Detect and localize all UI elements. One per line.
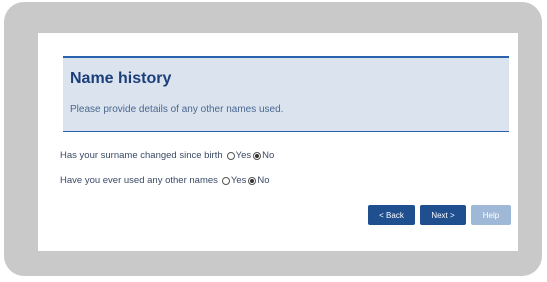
next-button[interactable]: Next > — [420, 205, 466, 225]
radio-button[interactable] — [253, 151, 262, 160]
question-label: Has your surname changed since birth — [60, 150, 223, 161]
header-panel: Name history Please provide details of a… — [63, 56, 509, 132]
outer-frame: Name history Please provide details of a… — [4, 2, 542, 276]
radio-label: No — [257, 175, 270, 186]
back-button[interactable]: < Back — [368, 205, 415, 225]
question-other-names: Have you ever used any other names Yes N… — [60, 175, 272, 186]
radio-label: Yes — [235, 150, 252, 161]
radio-button[interactable] — [226, 151, 235, 160]
radio-label: No — [262, 150, 275, 161]
help-button[interactable]: Help — [471, 205, 511, 225]
page-title: Name history — [70, 70, 172, 87]
radio-option-no[interactable]: No — [253, 150, 274, 161]
radio-option-no[interactable]: No — [248, 175, 270, 186]
radio-option-yes[interactable]: Yes — [226, 150, 252, 161]
form-card: Name history Please provide details of a… — [38, 33, 518, 251]
radio-button[interactable] — [248, 176, 257, 185]
page-subtitle: Please provide details of any other name… — [70, 104, 284, 115]
radio-label: Yes — [230, 175, 247, 186]
radio-option-yes[interactable]: Yes — [221, 175, 247, 186]
question-surname-changed: Has your surname changed since birth Yes… — [60, 150, 276, 161]
radio-button[interactable] — [221, 176, 230, 185]
question-label: Have you ever used any other names — [60, 175, 218, 186]
